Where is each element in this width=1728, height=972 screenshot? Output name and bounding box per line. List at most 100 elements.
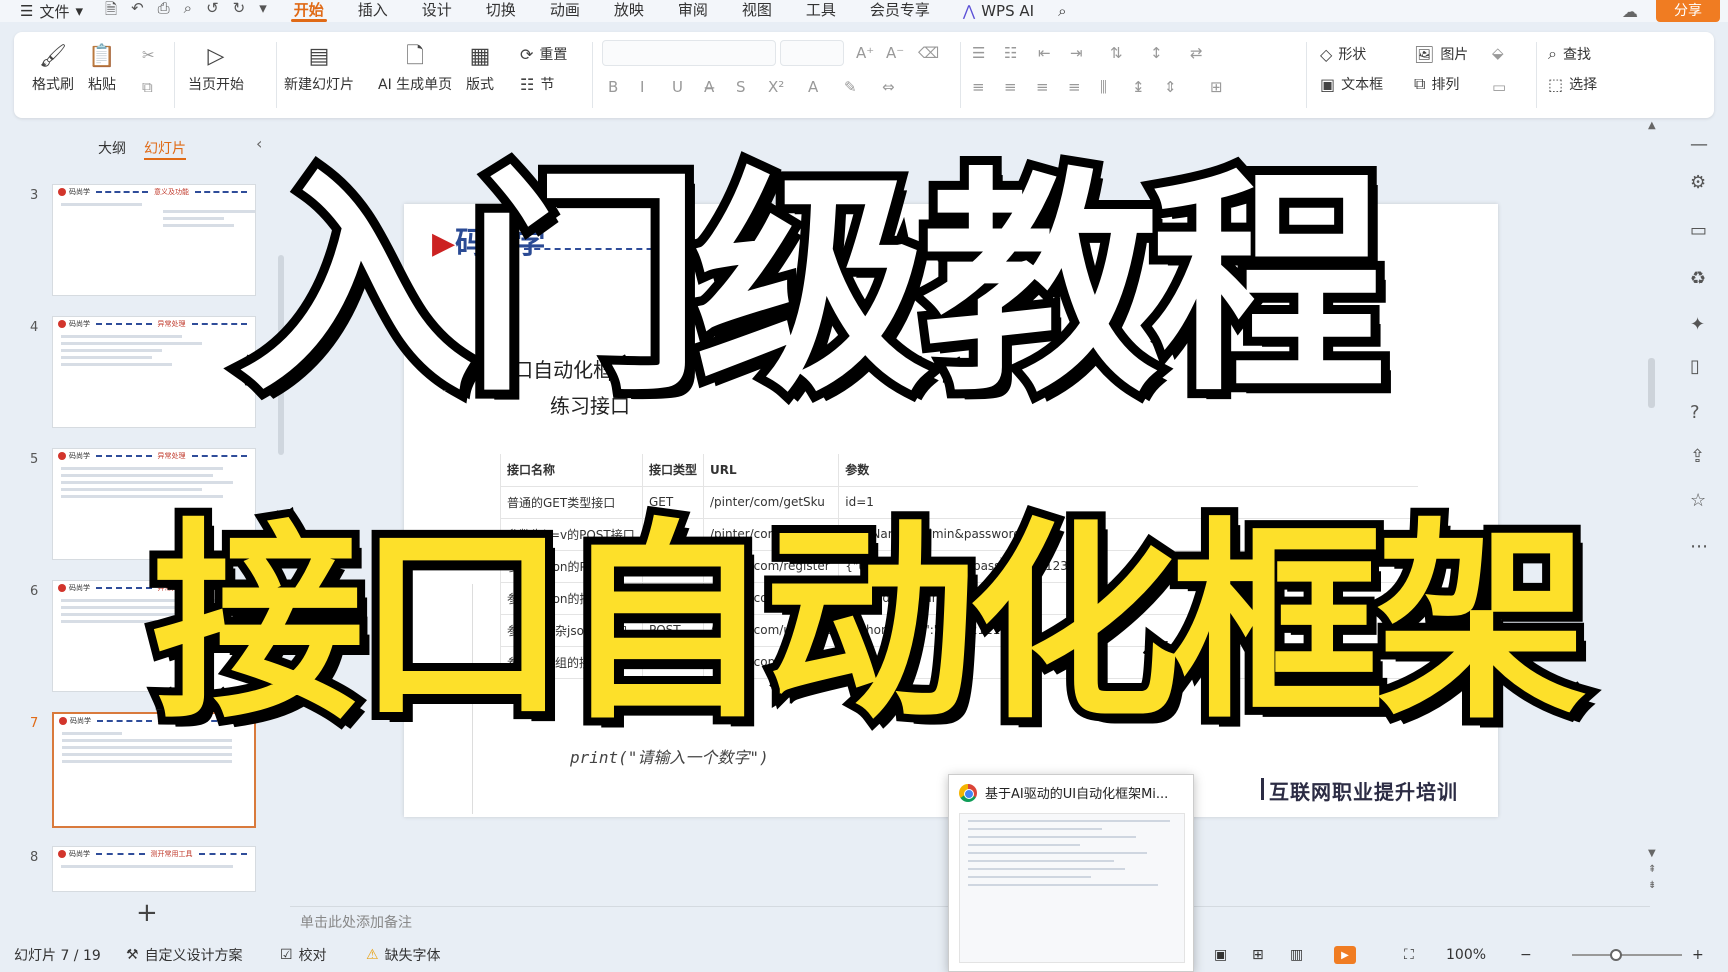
strikethrough-icon[interactable]: A̶ — [704, 78, 714, 96]
align-text-icon[interactable]: ⊞ — [1210, 78, 1223, 96]
print-icon[interactable]: ⎙ — [158, 0, 170, 24]
font-size-select[interactable] — [780, 40, 844, 66]
animation-icon[interactable]: ♻ — [1690, 268, 1706, 289]
file-menu[interactable]: ☰ 文件 ▾ — [0, 1, 95, 22]
tab-transition[interactable]: 切换 — [469, 0, 533, 22]
minimize-icon[interactable]: — — [1690, 134, 1708, 155]
slide-thumbnail-3[interactable]: 码尚学 意义及功能 — [52, 184, 256, 296]
layout-button[interactable]: ▦ 版式 — [466, 40, 494, 94]
zoom-slider[interactable] — [1572, 949, 1682, 961]
superscript-icon[interactable]: X² — [768, 78, 784, 96]
tab-home[interactable]: 开始 — [277, 0, 341, 22]
char-spacing-icon[interactable]: ⇔ — [882, 78, 895, 96]
select-button[interactable]: ⬚ 选择 — [1548, 74, 1597, 94]
normal-view-icon[interactable]: ▣ — [1214, 947, 1227, 963]
scroll-up-icon[interactable]: ▲ — [1648, 120, 1656, 131]
ai-generate-button[interactable]: 🗋 AI 生成单页 — [378, 40, 452, 94]
more-dots-icon[interactable]: ⋯ — [1690, 536, 1708, 557]
tab-insert[interactable]: 插入 — [341, 0, 405, 22]
start-from-current-button[interactable]: ▷ 当页开始 — [188, 40, 244, 94]
tab-design[interactable]: 设计 — [405, 0, 469, 22]
align-center-icon[interactable]: ≡ — [1004, 78, 1017, 96]
bold-icon[interactable]: B — [608, 78, 618, 96]
underline-icon[interactable]: U — [672, 78, 683, 96]
print-preview-icon[interactable]: ⌕ — [184, 0, 192, 24]
wps-ai-button[interactable]: ⋀ WPS AI — [947, 2, 1050, 20]
share-link-icon[interactable]: ⇪ — [1690, 446, 1705, 467]
browser-preview-popup[interactable]: 基于AI驱动的UI自动化框架Mi... — [948, 774, 1194, 972]
notes-placeholder[interactable]: 单击此处添加备注 — [300, 912, 412, 932]
font-grow-icon[interactable]: A⁺ — [856, 44, 874, 62]
paragraph-spacing-icon[interactable]: ⇕ — [1164, 78, 1177, 96]
zoom-in-icon[interactable]: + — [1692, 947, 1704, 963]
numbering-icon[interactable]: ☷ — [1004, 44, 1017, 62]
align-right-icon[interactable]: ≡ — [1036, 78, 1049, 96]
more-icon[interactable]: ▾ — [259, 0, 267, 24]
tab-review[interactable]: 审阅 — [661, 0, 725, 22]
zoom-out-icon[interactable]: − — [1520, 947, 1532, 963]
star-icon[interactable]: ☆ — [1690, 490, 1706, 511]
slideshow-button[interactable]: ▶ — [1334, 946, 1356, 964]
undo-arrow-icon[interactable]: ↶ — [131, 0, 144, 24]
tab-slideshow[interactable]: 放映 — [597, 0, 661, 22]
save-icon[interactable]: 🗎 — [105, 0, 117, 24]
redo-icon[interactable]: ↻ — [233, 0, 246, 24]
tab-animation[interactable]: 动画 — [533, 0, 597, 22]
bullets-icon[interactable]: ☰ — [972, 44, 985, 62]
fit-window-icon[interactable]: ⛶ — [1404, 947, 1414, 963]
clear-format-icon[interactable]: ⌫ — [918, 44, 939, 62]
paste-button[interactable]: 📋 粘贴 — [88, 40, 116, 94]
share-button[interactable]: 分享 — [1656, 0, 1720, 22]
canvas-scrollbar[interactable] — [1648, 358, 1655, 408]
italic-icon[interactable]: I — [640, 78, 644, 96]
arrange-button[interactable]: ⧉ 排列 — [1414, 74, 1459, 94]
font-color-icon[interactable]: A — [808, 78, 818, 96]
distribute-icon[interactable]: ⫼ — [1100, 78, 1107, 96]
cut-icon[interactable]: ✂ — [142, 46, 155, 64]
missing-font-button[interactable]: ⚠ 缺失字体 — [366, 945, 441, 965]
search-icon[interactable]: ⌕ — [1050, 2, 1074, 20]
comment-icon[interactable]: ▭ — [1690, 220, 1707, 241]
tools-icon[interactable]: ✦ — [1690, 314, 1705, 335]
indent-increase-icon[interactable]: ⇥ — [1070, 44, 1083, 62]
copy-icon[interactable]: ⧉ — [142, 78, 153, 96]
format-painter-button[interactable]: 🖌 格式刷 — [32, 40, 74, 94]
fill-icon[interactable]: ⬙ — [1492, 44, 1504, 62]
reading-view-icon[interactable]: ▥ — [1290, 947, 1303, 963]
find-button[interactable]: ⌕ 查找 — [1548, 44, 1591, 64]
prev-slide-icon[interactable]: ⇞ — [1648, 864, 1656, 875]
tab-tools[interactable]: 工具 — [789, 0, 853, 22]
custom-design-button[interactable]: ⚒ 自定义设计方案 — [126, 945, 243, 965]
tab-view[interactable]: 视图 — [725, 0, 789, 22]
tab-slides[interactable]: 幻灯片 — [144, 138, 186, 160]
font-shrink-icon[interactable]: A⁻ — [886, 44, 904, 62]
slide-thumbnail-4[interactable]: 码尚学 异常处理 — [52, 316, 256, 428]
section-button[interactable]: ☷ 节 — [520, 74, 554, 94]
slide-thumbnail-8[interactable]: 码尚学 测开常用工具 — [52, 846, 256, 892]
font-family-select[interactable] — [602, 40, 776, 66]
sort-icon[interactable]: ↕ — [1150, 44, 1163, 62]
undo-icon[interactable]: ↺ — [206, 0, 219, 24]
reset-button[interactable]: ⟳ 重置 — [520, 44, 567, 64]
justify-icon[interactable]: ≡ — [1068, 78, 1081, 96]
scroll-down-icon[interactable]: ▼ — [1648, 848, 1656, 859]
text-direction-icon[interactable]: ⇅ — [1110, 44, 1123, 62]
help-icon[interactable]: ? — [1690, 402, 1700, 423]
grid-view-icon[interactable]: ⊞ — [1252, 947, 1264, 963]
proof-button[interactable]: ☑ 校对 — [280, 945, 327, 965]
highlight-icon[interactable]: ✎ — [844, 78, 857, 96]
line-spacing-icon[interactable]: ↨ — [1132, 78, 1145, 96]
textbox-button[interactable]: ▣ 文本框 — [1320, 74, 1383, 94]
new-slide-button[interactable]: ▤ 新建幻灯片 — [284, 40, 354, 94]
next-slide-icon[interactable]: ⇟ — [1648, 880, 1656, 891]
zoom-level[interactable]: 100% — [1446, 947, 1486, 963]
book-icon[interactable]: ▯ — [1690, 356, 1700, 377]
zoom-slider-knob[interactable] — [1610, 949, 1622, 961]
add-slide-icon[interactable]: + — [136, 898, 158, 928]
align-left-icon[interactable]: ≡ — [972, 78, 985, 96]
tab-outline[interactable]: 大纲 — [98, 138, 126, 160]
shape-button[interactable]: ◇ 形状 — [1320, 44, 1366, 64]
tab-member[interactable]: 会员专享 — [853, 0, 947, 22]
sliders-icon[interactable]: ⚙ — [1690, 172, 1706, 193]
outline-icon[interactable]: ▭ — [1492, 78, 1506, 96]
